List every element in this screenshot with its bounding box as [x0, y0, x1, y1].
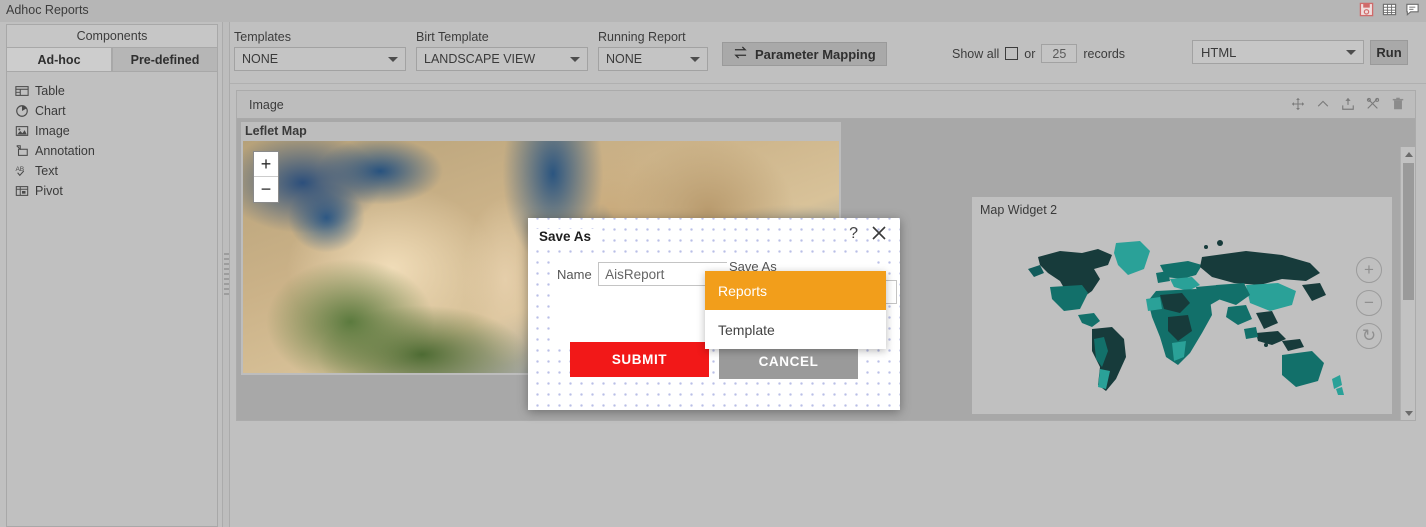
- cancel-button[interactable]: CANCEL: [719, 344, 858, 379]
- dropdown-option-reports[interactable]: Reports: [705, 271, 886, 310]
- close-icon[interactable]: [870, 224, 888, 246]
- leaflet-zoom-in-button[interactable]: +: [254, 152, 278, 177]
- help-icon[interactable]: ?: [849, 226, 858, 242]
- modal-overlay: Save As ? Name Save As CANCEL: [0, 0, 1426, 527]
- leaflet-zoom-out-button[interactable]: −: [254, 177, 278, 202]
- submit-button[interactable]: SUBMIT: [570, 342, 709, 377]
- name-label: Name: [555, 266, 594, 282]
- dropdown-option-template[interactable]: Template: [705, 310, 886, 349]
- save-as-dropdown-list: Reports Template: [705, 271, 886, 349]
- dialog-title: Save As: [536, 229, 595, 244]
- leaflet-zoom-controls: + −: [253, 151, 279, 203]
- application-window: Adhoc Reports Components Ad-hoc Pre-defi…: [0, 0, 1426, 527]
